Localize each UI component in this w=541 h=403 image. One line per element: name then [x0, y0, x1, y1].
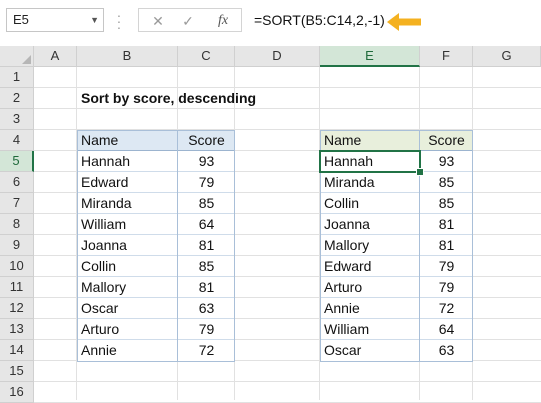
source-header-score[interactable]: Score: [178, 130, 235, 151]
row-header-9[interactable]: 9: [0, 235, 34, 256]
column-header-f[interactable]: F: [420, 46, 473, 67]
cancel-icon[interactable]: ✕: [149, 11, 167, 31]
sorted-cell-name[interactable]: Miranda: [320, 172, 420, 193]
sorted-cell-score[interactable]: 81: [420, 214, 473, 235]
source-row-divider: [77, 255, 235, 256]
sorted-row-divider: [320, 234, 473, 235]
sorted-cell-score[interactable]: 79: [420, 277, 473, 298]
source-row-divider: [77, 297, 235, 298]
formula-bar: E5 ▼ · · · ✕ ✓ fx =SORT(B5:C14,2,-1): [0, 0, 541, 46]
column-header-b[interactable]: B: [77, 46, 178, 67]
row-header-15[interactable]: 15: [0, 361, 34, 382]
source-row-divider: [77, 339, 235, 340]
sorted-cell-name[interactable]: William: [320, 319, 420, 340]
fill-handle[interactable]: [416, 168, 424, 176]
source-cell-name[interactable]: Miranda: [77, 193, 178, 214]
source-row-divider: [77, 213, 235, 214]
source-row-divider: [77, 318, 235, 319]
source-cell-score[interactable]: 79: [178, 319, 235, 340]
row-header-5[interactable]: 5: [0, 151, 34, 172]
insert-function-icon[interactable]: fx: [211, 11, 235, 31]
row-header-8[interactable]: 8: [0, 214, 34, 235]
source-cell-score[interactable]: 79: [178, 172, 235, 193]
arrow-left-icon: [387, 13, 421, 31]
source-column-divider: [177, 130, 178, 361]
source-cell-score[interactable]: 85: [178, 193, 235, 214]
source-cell-name[interactable]: Edward: [77, 172, 178, 193]
sorted-cell-score[interactable]: 93: [420, 151, 473, 172]
source-cell-name[interactable]: Annie: [77, 340, 178, 361]
name-box[interactable]: E5 ▼: [6, 8, 104, 32]
row-header-4[interactable]: 4: [0, 130, 34, 151]
select-all-button[interactable]: [0, 46, 34, 67]
sorted-cell-score[interactable]: 81: [420, 235, 473, 256]
sorted-row-divider: [320, 192, 473, 193]
source-cell-name[interactable]: Collin: [77, 256, 178, 277]
sorted-row-divider: [320, 339, 473, 340]
sorted-cell-score[interactable]: 85: [420, 193, 473, 214]
column-header-c[interactable]: C: [178, 46, 235, 67]
row-header-13[interactable]: 13: [0, 319, 34, 340]
sorted-cell-name[interactable]: Joanna: [320, 214, 420, 235]
column-header-e[interactable]: E: [320, 46, 420, 67]
active-cell-highlight[interactable]: [319, 150, 421, 173]
source-row-divider: [77, 192, 235, 193]
source-header-divider: [77, 150, 235, 151]
row-header-3[interactable]: 3: [0, 109, 34, 130]
sorted-cell-score[interactable]: 72: [420, 298, 473, 319]
sorted-row-divider: [320, 213, 473, 214]
enter-icon[interactable]: ✓: [179, 11, 197, 31]
row-header-6[interactable]: 6: [0, 172, 34, 193]
column-header-g[interactable]: G: [473, 46, 541, 67]
gridline-horizontal: [34, 381, 541, 382]
column-header-a[interactable]: A: [34, 46, 77, 67]
source-cell-name[interactable]: William: [77, 214, 178, 235]
sorted-row-divider: [320, 255, 473, 256]
source-header-name[interactable]: Name: [77, 130, 178, 151]
formula-buttons: ✕ ✓ fx: [138, 8, 242, 32]
source-cell-name[interactable]: Hannah: [77, 151, 178, 172]
source-row-divider: [77, 171, 235, 172]
source-cell-name[interactable]: Arturo: [77, 319, 178, 340]
source-cell-score[interactable]: 93: [178, 151, 235, 172]
row-header-7[interactable]: 7: [0, 193, 34, 214]
sorted-cell-name[interactable]: Arturo: [320, 277, 420, 298]
sorted-cell-name[interactable]: Mallory: [320, 235, 420, 256]
sorted-cell-name[interactable]: Annie: [320, 298, 420, 319]
chevron-down-icon[interactable]: ▼: [90, 9, 99, 31]
row-header-12[interactable]: 12: [0, 298, 34, 319]
source-cell-name[interactable]: Mallory: [77, 277, 178, 298]
row-header-10[interactable]: 10: [0, 256, 34, 277]
row-header-2[interactable]: 2: [0, 88, 34, 109]
source-cell-score[interactable]: 72: [178, 340, 235, 361]
source-row-divider: [77, 234, 235, 235]
sorted-row-divider: [320, 318, 473, 319]
sorted-cell-name[interactable]: Collin: [320, 193, 420, 214]
source-cell-name[interactable]: Joanna: [77, 235, 178, 256]
source-cell-score[interactable]: 81: [178, 277, 235, 298]
row-header-14[interactable]: 14: [0, 340, 34, 361]
row-header-11[interactable]: 11: [0, 277, 34, 298]
sorted-cell-name[interactable]: Edward: [320, 256, 420, 277]
sorted-cell-score[interactable]: 85: [420, 172, 473, 193]
source-cell-score[interactable]: 63: [178, 298, 235, 319]
source-cell-score[interactable]: 81: [178, 235, 235, 256]
sorted-cell-score[interactable]: 63: [420, 340, 473, 361]
source-cell-name[interactable]: Oscar: [77, 298, 178, 319]
source-cell-score[interactable]: 64: [178, 214, 235, 235]
grip-dots-icon: · · ·: [116, 7, 122, 35]
source-row-divider: [77, 276, 235, 277]
row-header-1[interactable]: 1: [0, 67, 34, 88]
sorted-header-score[interactable]: Score: [420, 130, 473, 151]
source-cell-score[interactable]: 85: [178, 256, 235, 277]
sorted-row-divider: [320, 276, 473, 277]
column-header-d[interactable]: D: [235, 46, 320, 67]
sheet-title: Sort by score, descending: [81, 90, 257, 106]
sorted-cell-name[interactable]: Oscar: [320, 340, 420, 361]
sorted-cell-score[interactable]: 79: [420, 256, 473, 277]
name-box-value: E5: [13, 12, 29, 27]
sorted-cell-score[interactable]: 64: [420, 319, 473, 340]
sorted-header-name[interactable]: Name: [320, 130, 420, 151]
sorted-row-divider: [320, 297, 473, 298]
